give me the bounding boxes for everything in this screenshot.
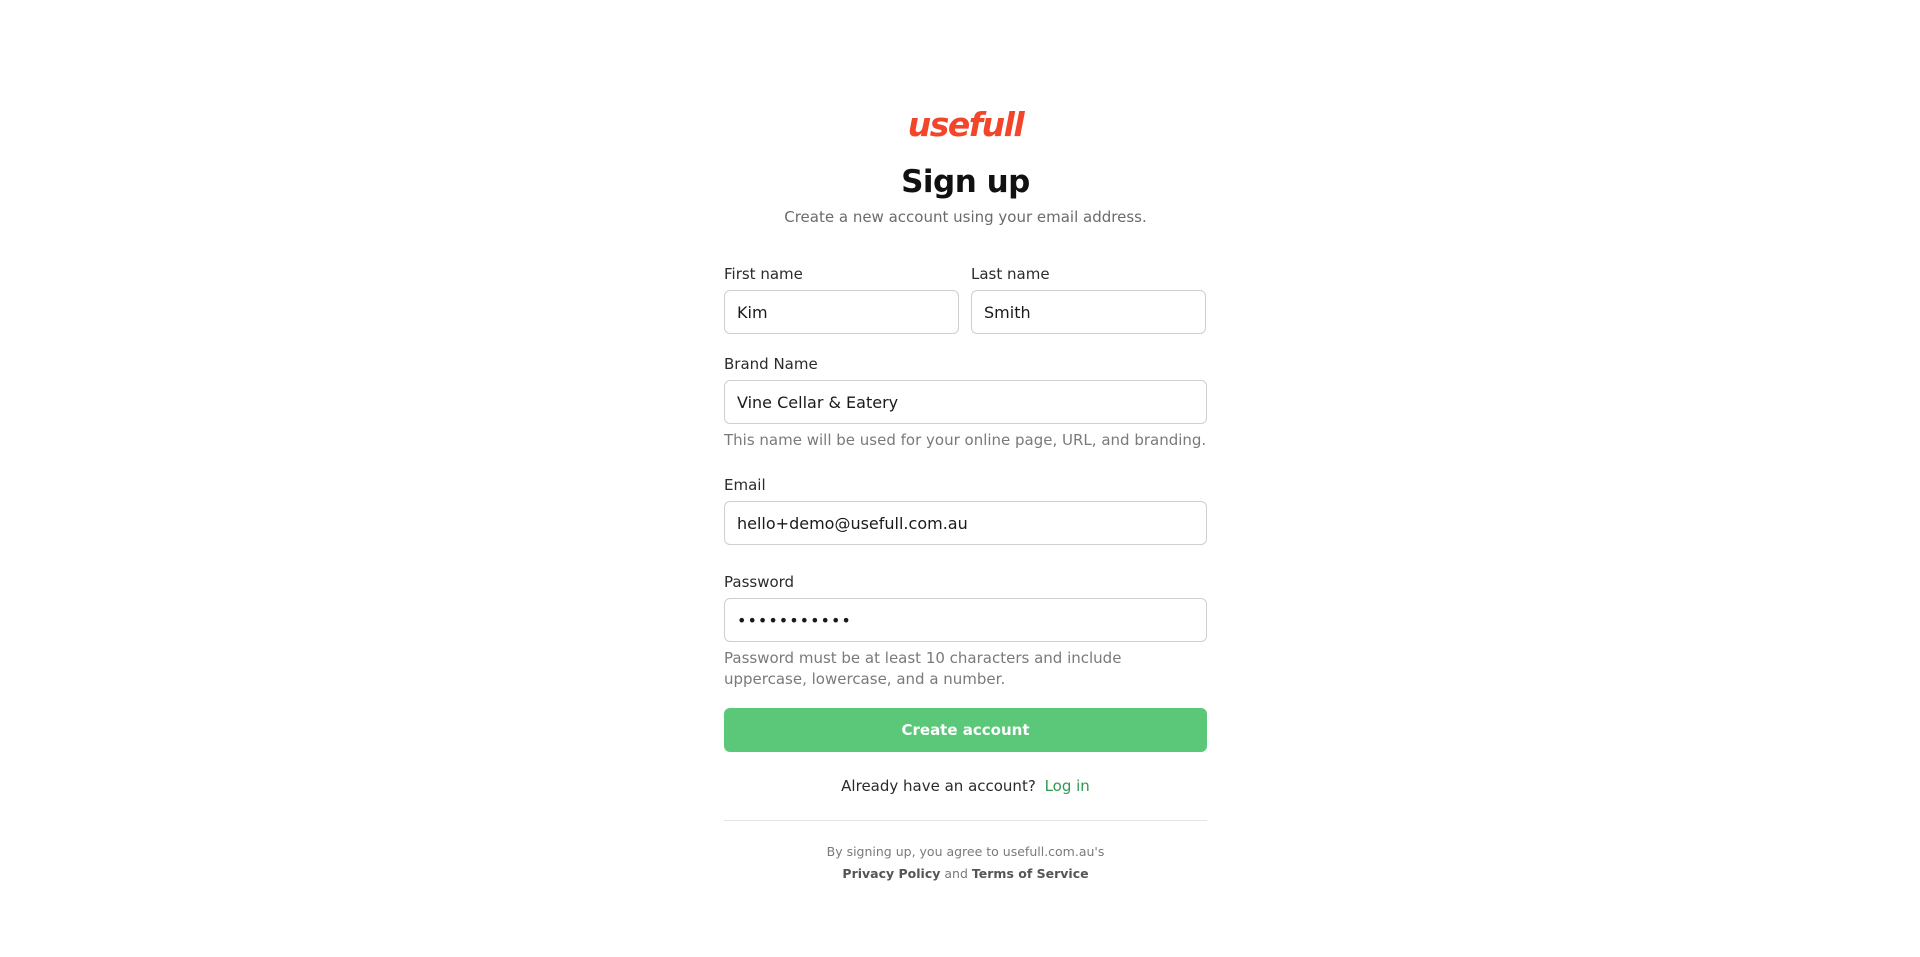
email-input[interactable] <box>724 501 1207 545</box>
login-prompt-line: Already have an account? Log in <box>724 776 1207 796</box>
privacy-policy-link[interactable]: Privacy Policy <box>842 866 940 881</box>
first-name-field-group: First name <box>724 264 959 334</box>
brand-name-hint: This name will be used for your online p… <box>724 431 1207 449</box>
login-prompt-text: Already have an account? <box>841 777 1036 795</box>
password-label: Password <box>724 573 795 591</box>
page-title: Sign up <box>901 164 1030 200</box>
login-link[interactable]: Log in <box>1045 777 1090 795</box>
terms-line2: Privacy Policy and Terms of Service <box>724 863 1207 885</box>
usefull-logo: usefull <box>907 105 1025 144</box>
brand-name-label: Brand Name <box>724 355 818 373</box>
password-field-group: Password Password must be at least 10 ch… <box>724 572 1207 690</box>
first-name-label: First name <box>724 265 803 283</box>
divider <box>724 820 1207 821</box>
last-name-field-group: Last name <box>971 264 1206 334</box>
signup-form: usefull Sign up Create a new account usi… <box>724 104 1207 885</box>
terms-and-text: and <box>944 866 968 881</box>
terms-of-service-link[interactable]: Terms of Service <box>972 866 1089 881</box>
last-name-input[interactable] <box>971 290 1206 334</box>
page-subtitle: Create a new account using your email ad… <box>784 208 1147 226</box>
brand-name-field-group: Brand Name This name will be used for yo… <box>724 354 1207 451</box>
last-name-label: Last name <box>971 265 1050 283</box>
create-account-button[interactable]: Create account <box>724 708 1207 752</box>
first-name-input[interactable] <box>724 290 959 334</box>
terms-notice: By signing up, you agree to usefull.com.… <box>724 841 1207 885</box>
signup-page: usefull Sign up Create a new account usi… <box>0 0 1920 957</box>
password-input[interactable] <box>724 598 1207 642</box>
submit-row: Create account <box>724 708 1207 752</box>
name-row: First name Last name <box>724 264 1207 334</box>
password-hint: Password must be at least 10 characters … <box>724 649 1122 688</box>
terms-line1: By signing up, you agree to usefull.com.… <box>826 844 1105 859</box>
email-label: Email <box>724 476 766 494</box>
email-field-group: Email <box>724 475 1207 545</box>
brand-name-input[interactable] <box>724 380 1207 424</box>
